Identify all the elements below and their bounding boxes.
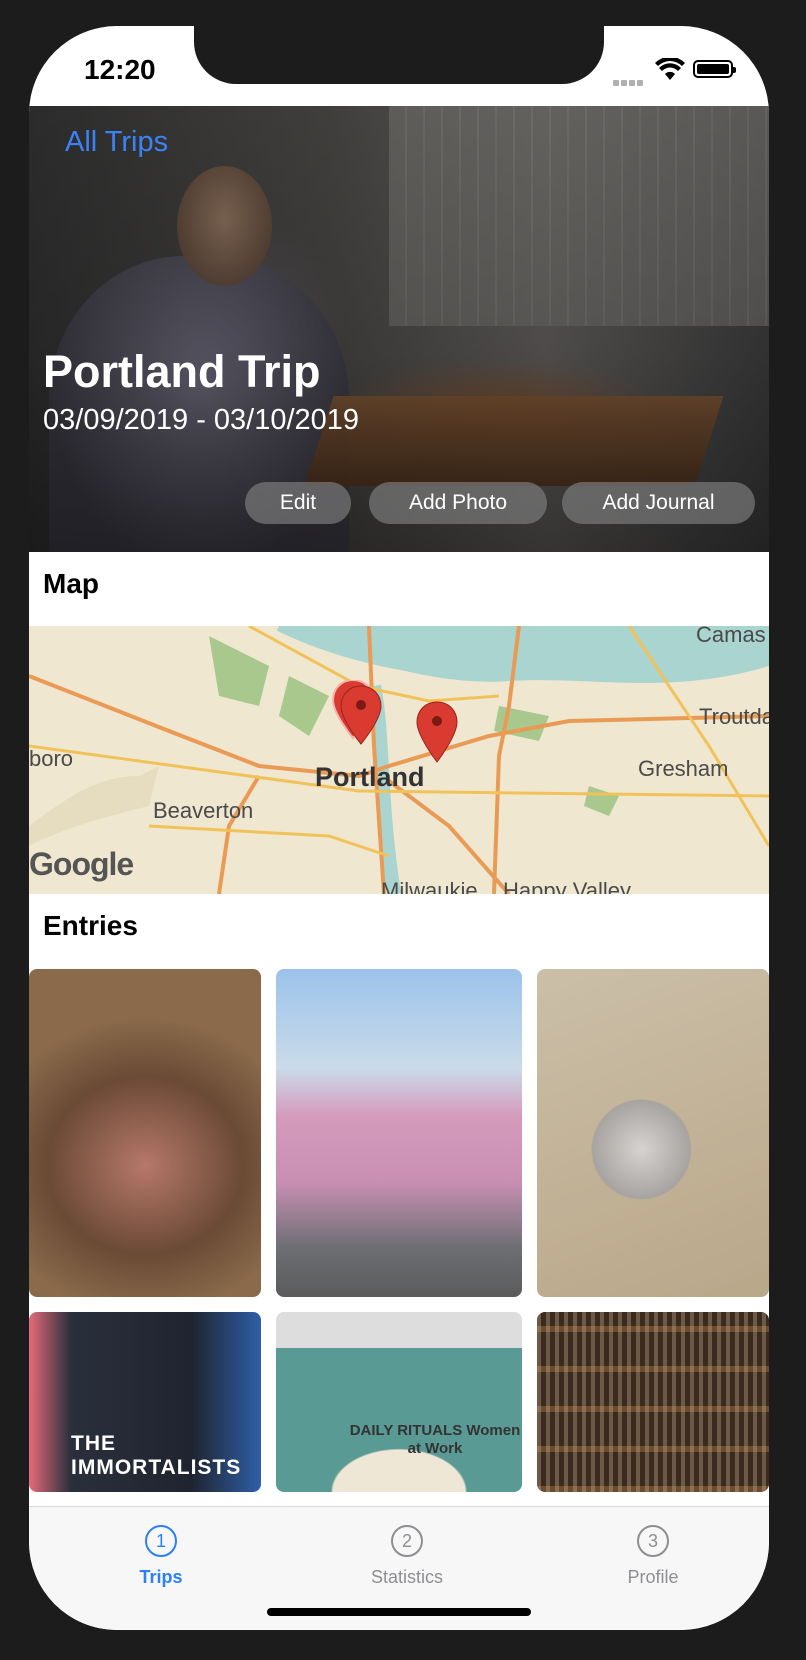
entry-photo-donut[interactable] bbox=[537, 969, 769, 1297]
map-pin-icon[interactable] bbox=[331, 680, 391, 750]
entry-photo-bookshelf[interactable] bbox=[537, 1312, 769, 1492]
entry-photo-food-truck[interactable] bbox=[276, 969, 522, 1297]
cellular-signal-icon bbox=[613, 73, 647, 86]
entry-photo-immortalists-book[interactable]: THE IMMORTALISTS bbox=[29, 1312, 261, 1492]
profile-tab-icon: 3 bbox=[637, 1525, 669, 1557]
map-label-beaverton: Beaverton bbox=[153, 798, 254, 823]
tab-profile[interactable]: 3 Profile bbox=[593, 1525, 713, 1588]
add-journal-button[interactable]: Add Journal bbox=[562, 482, 755, 524]
tab-label: Trips bbox=[139, 1567, 183, 1587]
trips-tab-icon: 1 bbox=[145, 1525, 177, 1557]
trip-cover-photo: All Trips Portland Trip 03/09/2019 - 03/… bbox=[29, 106, 769, 552]
tab-label: Profile bbox=[627, 1567, 679, 1587]
map-pin-icon[interactable] bbox=[415, 700, 459, 766]
map-label-happy-valley: Happy Valley bbox=[503, 878, 631, 894]
book-cover-text: THE IMMORTALISTS bbox=[71, 1432, 242, 1479]
device-notch bbox=[194, 26, 604, 84]
map-section-title: Map bbox=[43, 568, 99, 599]
battery-icon bbox=[693, 60, 736, 78]
tab-trips[interactable]: 1 Trips bbox=[101, 1525, 221, 1588]
tab-statistics[interactable]: 2 Statistics bbox=[347, 1525, 467, 1588]
map-label-troutdale: Troutda bbox=[699, 704, 769, 729]
add-photo-button[interactable]: Add Photo bbox=[369, 482, 547, 524]
entries-section-title: Entries bbox=[43, 910, 138, 941]
map-label-gresham: Gresham bbox=[638, 756, 729, 781]
statistics-tab-icon: 2 bbox=[391, 1525, 423, 1557]
all-trips-back-link[interactable]: All Trips bbox=[65, 126, 168, 159]
book-cover-text: DAILY RITUALS Women at Work bbox=[349, 1422, 521, 1457]
map-label-milwaukie: Milwaukie bbox=[381, 878, 478, 894]
trip-title: Portland Trip bbox=[43, 346, 321, 397]
wifi-icon bbox=[655, 58, 685, 80]
phone-screen: 12:20 All Trips Portland Trip 03/09/2019… bbox=[29, 26, 769, 1630]
edit-button[interactable]: Edit bbox=[245, 482, 351, 524]
trip-map[interactable]: Camas Troutda boro Portland Gresham Beav… bbox=[29, 626, 769, 894]
google-attribution: Google bbox=[29, 846, 134, 882]
trip-dates: 03/09/2019 - 03/10/2019 bbox=[43, 404, 360, 436]
tab-label: Statistics bbox=[370, 1567, 444, 1587]
map-label-portland: Portland bbox=[315, 762, 425, 792]
map-label-camas: Camas bbox=[696, 626, 766, 647]
entry-photo-sandwich[interactable] bbox=[29, 969, 261, 1297]
map-label-boro: boro bbox=[29, 746, 74, 771]
status-time: 12:20 bbox=[84, 54, 156, 85]
home-indicator[interactable] bbox=[267, 1608, 531, 1616]
entry-photo-daily-rituals-book[interactable]: DAILY RITUALS Women at Work bbox=[276, 1312, 522, 1492]
